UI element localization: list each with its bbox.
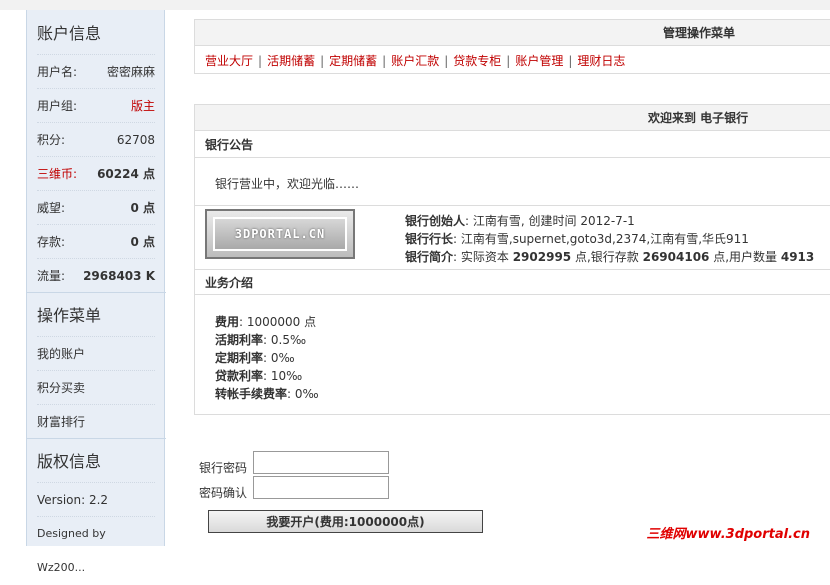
copyright-title: 版权信息 <box>37 452 102 471</box>
password-label: 银行密码 <box>199 461 248 475</box>
sidebar-divider <box>27 438 166 439</box>
username-label: 用户名: <box>37 65 78 79</box>
top-strip <box>0 0 830 10</box>
confirm-label: 密码确认 <box>199 486 248 500</box>
sidebar-divider <box>27 292 166 293</box>
notice-text: 银行营业中，欢迎光临…… <box>215 177 360 191</box>
biz-fixed-rate-value: : 0‰ <box>263 351 295 365</box>
password-input[interactable] <box>253 451 389 474</box>
prestige-value: 0 点 <box>130 201 155 215</box>
version-text: Version: 2.2 <box>37 482 155 516</box>
users-value: 4913 <box>780 250 815 264</box>
biz-fee-label: 费用 <box>215 315 240 329</box>
nav-business-hall[interactable]: 营业大厅 <box>205 54 253 68</box>
usergroup-label: 用户组: <box>37 99 78 113</box>
biz-demand-rate-label: 活期利率 <box>215 333 264 347</box>
nav-loan-counter[interactable]: 贷款专柜 <box>453 54 501 68</box>
founder-value: : 江南有雪, 创建时间 2012-7-1 <box>465 214 635 228</box>
points-value: 62708 <box>116 133 155 147</box>
admin-menu-panel: 管理操作菜单 营业大厅 | 活期储蓄 | 定期储蓄 | 账户汇款 | 贷款专柜 | 账户管理 | 理财日… <box>194 19 830 74</box>
biz-loan-rate: 贷款利率: 10‰ <box>215 367 302 384</box>
biz-transfer-fee-value: : 0‰ <box>287 387 319 401</box>
admin-nav: 营业大厅 | 活期储蓄 | 定期储蓄 | 账户汇款 | 贷款专柜 | 账户管理 | 理财日志 <box>205 54 626 68</box>
biz-fee-value: : 1000000 点 <box>239 315 317 329</box>
biz-fee: 费用: 1000000 点 <box>215 313 316 330</box>
intro-label: 银行简介 <box>405 250 454 264</box>
welcome-header: 欢迎来到 电子银行 <box>195 105 830 131</box>
account-info-title: 账户信息 <box>37 24 102 43</box>
points-label: 积分: <box>37 133 66 147</box>
president-line: 银行行长: 江南有雪,supernet,goto3d,2374,江南有雪,华氏9… <box>405 230 749 247</box>
usergroup-value: 版主 <box>130 99 155 113</box>
sidebar-row-coins: 三维币: 60224 点 <box>37 156 155 190</box>
admin-menu-title: 管理操作菜单 <box>663 26 736 40</box>
sidebar-item-wealth-rank[interactable]: 财富排行 <box>37 404 155 438</box>
president-label: 银行行长 <box>405 232 454 246</box>
founder-line: 银行创始人: 江南有雪, 创建时间 2012-7-1 <box>405 212 635 229</box>
business-heading: 业务介绍 <box>195 269 830 295</box>
nav-finance-log[interactable]: 理财日志 <box>577 54 625 68</box>
intro-mid: 点,银行存款 <box>571 250 643 264</box>
confirm-password-input[interactable] <box>253 476 389 499</box>
biz-fixed-rate: 定期利率: 0‰ <box>215 349 295 366</box>
open-account-button[interactable]: 我要开户(费用:1000000点) <box>208 510 483 533</box>
sidebar-row-deposit: 存款: 0 点 <box>37 224 155 258</box>
sidebar-item-my-account[interactable]: 我的账户 <box>37 336 155 370</box>
bank-logo-text: 3DPORTAL.CN <box>213 217 347 251</box>
coins-label: 三维币: <box>37 167 78 181</box>
welcome-panel: 欢迎来到 电子银行 银行公告 银行营业中，欢迎光临…… 3DPORTAL.CN … <box>194 104 830 415</box>
operation-menu-title: 操作菜单 <box>37 306 102 325</box>
sidebar-row-prestige: 威望: 0 点 <box>37 190 155 224</box>
admin-menu-header: 管理操作菜单 <box>195 20 830 46</box>
username-value: 密密麻麻 <box>106 65 155 79</box>
intro-line: 银行简介: 实际资本 2902995 点,银行存款 26904106 点,用户数… <box>405 248 814 265</box>
sidebar: 账户信息 用户名: 密密麻麻 用户组: 版主 积分: 62708 三维币: 60… <box>26 10 166 574</box>
biz-fixed-rate-label: 定期利率 <box>215 351 264 365</box>
biz-demand-rate-value: : 0.5‰ <box>263 333 307 347</box>
designed-by-text: Designed by Wz200... <box>37 516 155 574</box>
sidebar-row-username: 用户名: 密密麻麻 <box>37 54 155 88</box>
deposits-value: 26904106 <box>642 250 710 264</box>
sidebar-row-usergroup: 用户组: 版主 <box>37 88 155 122</box>
nav-fixed-deposit[interactable]: 定期储蓄 <box>329 54 377 68</box>
biz-demand-rate: 活期利率: 0.5‰ <box>215 331 306 348</box>
traffic-label: 流量: <box>37 269 66 283</box>
divider <box>195 205 830 206</box>
nav-demand-deposit[interactable]: 活期储蓄 <box>267 54 315 68</box>
intro-mid2: 点,用户数量 <box>709 250 781 264</box>
intro-prefix: : 实际资本 <box>453 250 513 264</box>
biz-loan-rate-label: 贷款利率 <box>215 369 264 383</box>
nav-remittance[interactable]: 账户汇款 <box>391 54 439 68</box>
president-value: : 江南有雪,supernet,goto3d,2374,江南有雪,华氏911 <box>453 232 749 246</box>
deposit-label: 存款: <box>37 235 66 249</box>
biz-transfer-fee-label: 转帐手续费率 <box>215 387 288 401</box>
watermark: 三维网www.3dportal.cn <box>646 527 810 542</box>
nav-account-management[interactable]: 账户管理 <box>515 54 563 68</box>
prestige-label: 威望: <box>37 201 66 215</box>
coins-value: 60224 点 <box>97 167 155 181</box>
sidebar-row-points: 积分: 62708 <box>37 122 155 156</box>
bank-logo: 3DPORTAL.CN <box>205 209 355 259</box>
traffic-value: 2968403 K <box>83 269 155 283</box>
biz-transfer-fee: 转帐手续费率: 0‰ <box>215 385 319 402</box>
capital-value: 2902995 <box>512 250 572 264</box>
sidebar-item-points-trade[interactable]: 积分买卖 <box>37 370 155 404</box>
welcome-title: 欢迎来到 电子银行 <box>648 111 749 125</box>
deposit-value: 0 点 <box>130 235 155 249</box>
notice-heading: 银行公告 <box>195 132 830 158</box>
biz-loan-rate-value: : 10‰ <box>263 369 303 383</box>
sidebar-row-traffic: 流量: 2968403 K <box>37 258 155 292</box>
founder-label: 银行创始人 <box>405 214 466 228</box>
